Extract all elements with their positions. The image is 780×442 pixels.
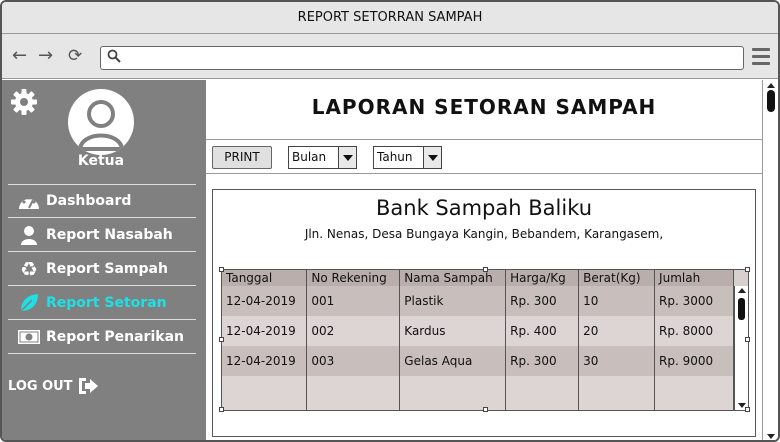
reload-icon[interactable]: ⟳	[68, 44, 82, 68]
cell-jumlah: Rp. 9000	[654, 346, 734, 376]
scroll-up-icon[interactable]	[738, 288, 746, 293]
cell-tanggal: 12-04-2019	[222, 346, 308, 376]
cell-no-rekening: 001	[306, 286, 401, 316]
resize-handle[interactable]	[219, 337, 224, 342]
table-row[interactable]: 12-04-2019 001 Plastik Rp. 300 10 Rp. 30…	[222, 286, 734, 316]
month-select-value: Bulan	[292, 150, 327, 164]
cell-berat: 30	[578, 346, 656, 376]
menu-icon[interactable]	[752, 48, 770, 66]
logout-button[interactable]: LOG OUT	[8, 376, 99, 396]
cell-nama-sampah: Gelas Aqua	[399, 346, 507, 376]
cell-berat: 10	[578, 286, 656, 316]
scroll-down-icon[interactable]	[767, 434, 775, 439]
cell-harga: Rp. 300	[505, 286, 580, 316]
sidebar-item-report-penarikan[interactable]: Report Penarikan	[8, 320, 196, 354]
avatar	[68, 89, 134, 155]
cell-jumlah: Rp. 3000	[654, 286, 734, 316]
sidebar-item-label: Dashboard	[46, 193, 132, 209]
cell-tanggal: 12-04-2019	[222, 316, 308, 346]
sidebar-item-report-nasabah[interactable]: Report Nasabah	[8, 218, 196, 252]
table-header-row: Tanggal No Rekening Nama Sampah Harga/Kg…	[222, 270, 734, 286]
table-row[interactable]: 12-04-2019 002 Kardus Rp. 400 20 Rp. 800…	[222, 316, 734, 346]
resize-handle[interactable]	[219, 407, 224, 412]
resize-handle[interactable]	[745, 407, 750, 412]
scroll-up-icon[interactable]	[767, 83, 775, 88]
sidebar-item-dashboard[interactable]: Dashboard	[8, 184, 196, 218]
leaf-icon	[16, 292, 42, 314]
report-org-name: Bank Sampah Baliku	[375, 196, 593, 220]
address-bar[interactable]	[100, 46, 744, 70]
dashboard-icon	[16, 190, 42, 212]
back-arrow-icon[interactable]: ←	[12, 44, 27, 68]
table-row[interactable]: 12-04-2019 003 Gelas Aqua Rp. 300 30 Rp.…	[222, 346, 734, 376]
user-icon	[16, 224, 42, 246]
search-icon	[107, 49, 121, 63]
year-select[interactable]: Tahun	[373, 146, 442, 169]
cell-no-rekening: 002	[306, 316, 401, 346]
column-header-berat: Berat(Kg)	[578, 270, 656, 286]
report-table: Tanggal No Rekening Nama Sampah Harga/Kg…	[219, 267, 750, 412]
chevron-down-icon	[338, 147, 356, 168]
sidebar-item-label: Report Setoran	[46, 294, 167, 311]
sidebar-item-label: Report Sampah	[46, 260, 168, 277]
forward-arrow-icon[interactable]: →	[38, 44, 53, 68]
sign-out-icon	[77, 376, 99, 396]
resize-handle[interactable]	[745, 267, 750, 272]
recycle-icon: ♻	[20, 256, 38, 281]
column-header-jumlah: Jumlah	[654, 270, 734, 286]
sidebar-item-label: Report Nasabah	[46, 226, 173, 243]
cell-tanggal: 12-04-2019	[222, 286, 308, 316]
print-button[interactable]: PRINT	[212, 146, 272, 169]
cell-jumlah: Rp. 8000	[654, 316, 734, 346]
sidebar: Ketua Dashboard Report Nasabah ♻ Report …	[2, 80, 206, 440]
table-row-empty	[222, 376, 734, 410]
cell-harga: Rp. 300	[505, 346, 580, 376]
cell-nama-sampah: Kardus	[399, 316, 507, 346]
gear-icon[interactable]	[10, 88, 38, 116]
main-content: LAPORAN SETORAN SAMPAH PRINT Bulan Tahun…	[206, 80, 762, 440]
chevron-down-icon	[423, 147, 441, 168]
cell-nama-sampah: Plastik	[399, 286, 507, 316]
scroll-thumb[interactable]	[738, 298, 745, 320]
money-icon	[16, 326, 42, 348]
browser-navbar: ← → ⟳	[2, 34, 778, 79]
sidebar-item-report-setoran[interactable]: Report Setoran	[8, 286, 196, 320]
report-panel: Bank Sampah Baliku Jln. Nenas, Desa Bung…	[212, 189, 756, 437]
user-role: Ketua	[77, 153, 125, 169]
column-header-harga: Harga/Kg	[505, 270, 580, 286]
month-select[interactable]: Bulan	[288, 146, 357, 169]
column-header-nama-sampah: Nama Sampah	[399, 270, 507, 286]
page-scrollbar[interactable]	[762, 80, 778, 440]
cell-harga: Rp. 400	[505, 316, 580, 346]
resize-handle[interactable]	[219, 267, 224, 272]
cell-no-rekening: 003	[306, 346, 401, 376]
column-header-no-rekening: No Rekening	[306, 270, 401, 286]
resize-handle[interactable]	[483, 407, 488, 412]
year-select-value: Tahun	[377, 150, 413, 164]
logout-label: LOG OUT	[8, 378, 73, 394]
scroll-thumb[interactable]	[767, 90, 775, 112]
column-header-tanggal: Tanggal	[222, 270, 308, 286]
resize-handle[interactable]	[483, 267, 488, 272]
resize-handle[interactable]	[745, 337, 750, 342]
browser-window: REPORT SETORRAN SAMPAH ← → ⟳ Ketua Dashb…	[0, 0, 780, 442]
cell-berat: 20	[578, 316, 656, 346]
window-title: REPORT SETORRAN SAMPAH	[2, 2, 778, 34]
report-address: Jln. Nenas, Desa Bungaya Kangin, Bebande…	[304, 227, 664, 241]
table-scrollbar[interactable]	[734, 286, 748, 410]
sidebar-item-report-sampah[interactable]: ♻ Report Sampah	[8, 252, 196, 286]
page-title: LAPORAN SETORAN SAMPAH	[206, 80, 762, 140]
user-avatar-icon	[77, 100, 125, 151]
sidebar-item-label: Report Penarikan	[46, 328, 184, 345]
